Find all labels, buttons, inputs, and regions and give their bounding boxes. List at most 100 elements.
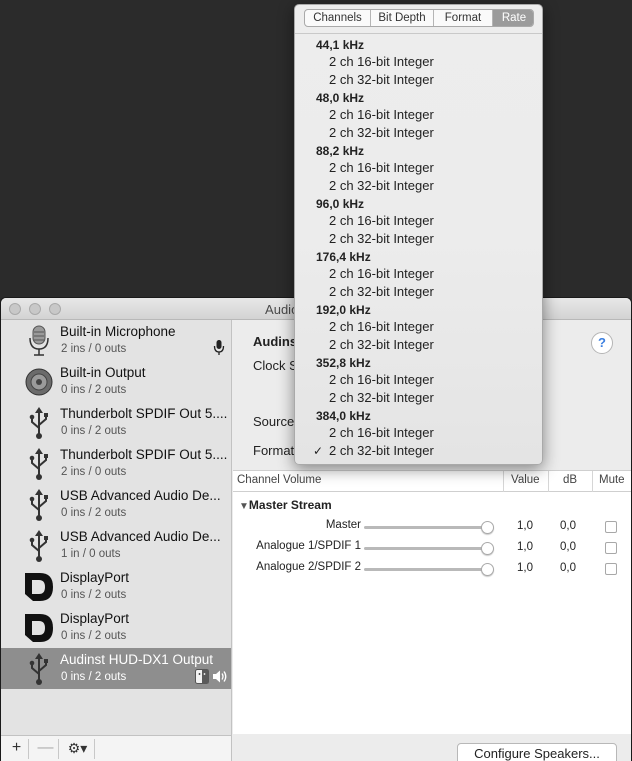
remove-device-button[interactable]: — <box>33 739 59 759</box>
device-title: Audins <box>253 334 298 349</box>
menu-rate-header: 96,0 kHz <box>316 197 365 211</box>
speaker-icon <box>25 368 53 396</box>
finder-badge-icon <box>195 669 209 684</box>
device-actions-gear-button[interactable]: ⚙▾ <box>61 739 95 759</box>
device-audinst-hud-dx1-output[interactable]: Audinst HUD-DX1 Output 0 ins / 2 outs <box>1 648 231 689</box>
menu-item-format[interactable]: 2 ch 16-bit Integer <box>329 319 434 334</box>
device-name: Built-in Microphone <box>60 324 176 339</box>
slider-knob[interactable] <box>481 542 494 555</box>
menu-item-format[interactable]: 2 ch 16-bit Integer <box>329 54 434 69</box>
menu-rate-header: 352,8 kHz <box>316 356 371 370</box>
table-row: Master 1,0 0,0 <box>233 517 631 538</box>
slider-knob[interactable] <box>481 563 494 576</box>
device-io-count: 0 ins / 2 outs <box>61 671 127 683</box>
device-displayport-2[interactable]: DisplayPort 0 ins / 2 outs <box>1 607 231 648</box>
usb-icon <box>29 448 48 480</box>
menu-item-format[interactable]: 2 ch 32-bit Integer <box>329 390 434 405</box>
clock-source-label: Clock S <box>253 358 298 373</box>
menu-item-format[interactable]: 2 ch 32-bit Integer <box>329 443 434 458</box>
device-name: Built-in Output <box>60 365 146 380</box>
device-usb-advanced-audio-2[interactable]: USB Advanced Audio De... 1 in / 0 outs <box>1 525 231 566</box>
table-row: Analogue 2/SPDIF 2 1,0 0,0 <box>233 559 631 580</box>
device-sidebar: Built-in Microphone 2 ins / 0 outs Built… <box>1 320 232 735</box>
device-io-count: 2 ins / 0 outs <box>61 466 127 478</box>
usb-icon <box>29 489 48 521</box>
menu-item-format[interactable]: 2 ch 16-bit Integer <box>329 107 434 122</box>
device-built-in-output[interactable]: Built-in Output 0 ins / 2 outs <box>1 361 231 402</box>
menu-rate-header: 48,0 kHz <box>316 91 365 105</box>
column-header-value[interactable]: Value <box>511 474 540 486</box>
add-device-button[interactable]: + <box>5 739 29 759</box>
volume-value: 1,0 <box>517 541 533 553</box>
mute-checkbox[interactable] <box>605 521 617 533</box>
sidebar-toolbar: + — ⚙▾ <box>1 735 232 761</box>
menu-item-format[interactable]: 2 ch 32-bit Integer <box>329 178 434 193</box>
tab-format[interactable]: Format <box>434 10 493 26</box>
device-built-in-microphone[interactable]: Built-in Microphone 2 ins / 0 outs <box>1 320 231 361</box>
column-header-channel-volume[interactable]: Channel Volume <box>237 474 321 486</box>
source-label: Source <box>253 414 295 429</box>
device-name: USB Advanced Audio De... <box>60 529 221 544</box>
device-io-count: 0 ins / 2 outs <box>61 630 127 642</box>
format-label: Format <box>253 443 295 458</box>
device-displayport-1[interactable]: DisplayPort 0 ins / 2 outs <box>1 566 231 607</box>
tab-bit-depth[interactable]: Bit Depth <box>371 10 434 26</box>
device-thunderbolt-spdif-out-2[interactable]: Thunderbolt SPDIF Out 5.... 2 ins / 0 ou… <box>1 443 231 484</box>
menu-item-format[interactable]: 2 ch 32-bit Integer <box>329 337 434 352</box>
menu-item-format[interactable]: 2 ch 16-bit Integer <box>329 160 434 175</box>
device-name: Thunderbolt SPDIF Out 5.... <box>60 406 228 421</box>
table-row: Analogue 1/SPDIF 1 1,0 0,0 <box>233 538 631 559</box>
menu-item-format[interactable]: 2 ch 32-bit Integer <box>329 72 434 87</box>
usb-icon <box>29 530 48 562</box>
slider-knob[interactable] <box>481 521 494 534</box>
menu-item-format[interactable]: 2 ch 32-bit Integer <box>329 125 434 140</box>
menu-rate-header: 192,0 kHz <box>316 303 371 317</box>
device-thunderbolt-spdif-out-1[interactable]: Thunderbolt SPDIF Out 5.... 0 ins / 2 ou… <box>1 402 231 443</box>
menu-item-format[interactable]: 2 ch 16-bit Integer <box>329 213 434 228</box>
menu-item-format[interactable]: 2 ch 32-bit Integer <box>329 284 434 299</box>
usb-icon <box>29 653 48 685</box>
displayport-icon <box>25 573 53 601</box>
configure-speakers-button[interactable]: Configure Speakers... <box>457 743 617 761</box>
displayport-icon <box>25 614 53 642</box>
table-header: Channel Volume Value dB Mute <box>233 471 631 492</box>
device-io-count: 1 in / 0 outs <box>61 548 121 560</box>
db-value: 0,0 <box>560 520 576 532</box>
volume-value: 1,0 <box>517 562 533 574</box>
device-name: Audinst HUD-DX1 Output <box>60 652 214 667</box>
checkmark-icon: ✓ <box>313 444 324 458</box>
microphone-icon <box>29 325 49 356</box>
stream-name: Master Stream <box>248 498 332 512</box>
channel-label: Master <box>325 519 361 531</box>
menu-item-format[interactable]: 2 ch 16-bit Integer <box>329 425 434 440</box>
menu-item-format[interactable]: 2 ch 32-bit Integer <box>329 231 434 246</box>
menu-rate-header: 44,1 kHz <box>316 38 365 52</box>
menu-segmented-control: Channels Bit Depth Format Rate <box>304 9 534 27</box>
volume-slider[interactable] <box>364 542 494 555</box>
device-io-count: 0 ins / 2 outs <box>61 425 127 437</box>
device-io-count: 2 ins / 0 outs <box>61 343 127 355</box>
device-name: USB Advanced Audio De... <box>60 488 221 503</box>
tab-channels[interactable]: Channels <box>305 10 371 26</box>
usb-icon <box>29 407 48 439</box>
volume-slider[interactable] <box>364 521 494 534</box>
volume-value: 1,0 <box>517 520 533 532</box>
disclosure-triangle-icon[interactable]: ▼ <box>239 501 249 512</box>
column-header-db[interactable]: dB <box>563 474 577 486</box>
help-button[interactable]: ? <box>591 332 613 354</box>
column-header-mute[interactable]: Mute <box>599 474 625 486</box>
mute-checkbox[interactable] <box>605 563 617 575</box>
device-usb-advanced-audio-1[interactable]: USB Advanced Audio De... 0 ins / 2 outs <box>1 484 231 525</box>
menu-item-format[interactable]: 2 ch 16-bit Integer <box>329 266 434 281</box>
db-value: 0,0 <box>560 562 576 574</box>
channel-volume-table: Channel Volume Value dB Mute ▼Master Str… <box>233 470 631 734</box>
channel-label: Analogue 2/SPDIF 2 <box>256 561 361 573</box>
volume-slider[interactable] <box>364 563 494 576</box>
tab-rate[interactable]: Rate <box>493 10 533 26</box>
channel-label: Analogue 1/SPDIF 1 <box>256 540 361 552</box>
format-popup-menu: Channels Bit Depth Format Rate 44,1 kHz 2… <box>294 4 543 465</box>
mute-checkbox[interactable] <box>605 542 617 554</box>
mic-badge-icon <box>213 340 225 355</box>
stream-group[interactable]: ▼Master Stream <box>239 498 332 512</box>
menu-item-format[interactable]: 2 ch 16-bit Integer <box>329 372 434 387</box>
